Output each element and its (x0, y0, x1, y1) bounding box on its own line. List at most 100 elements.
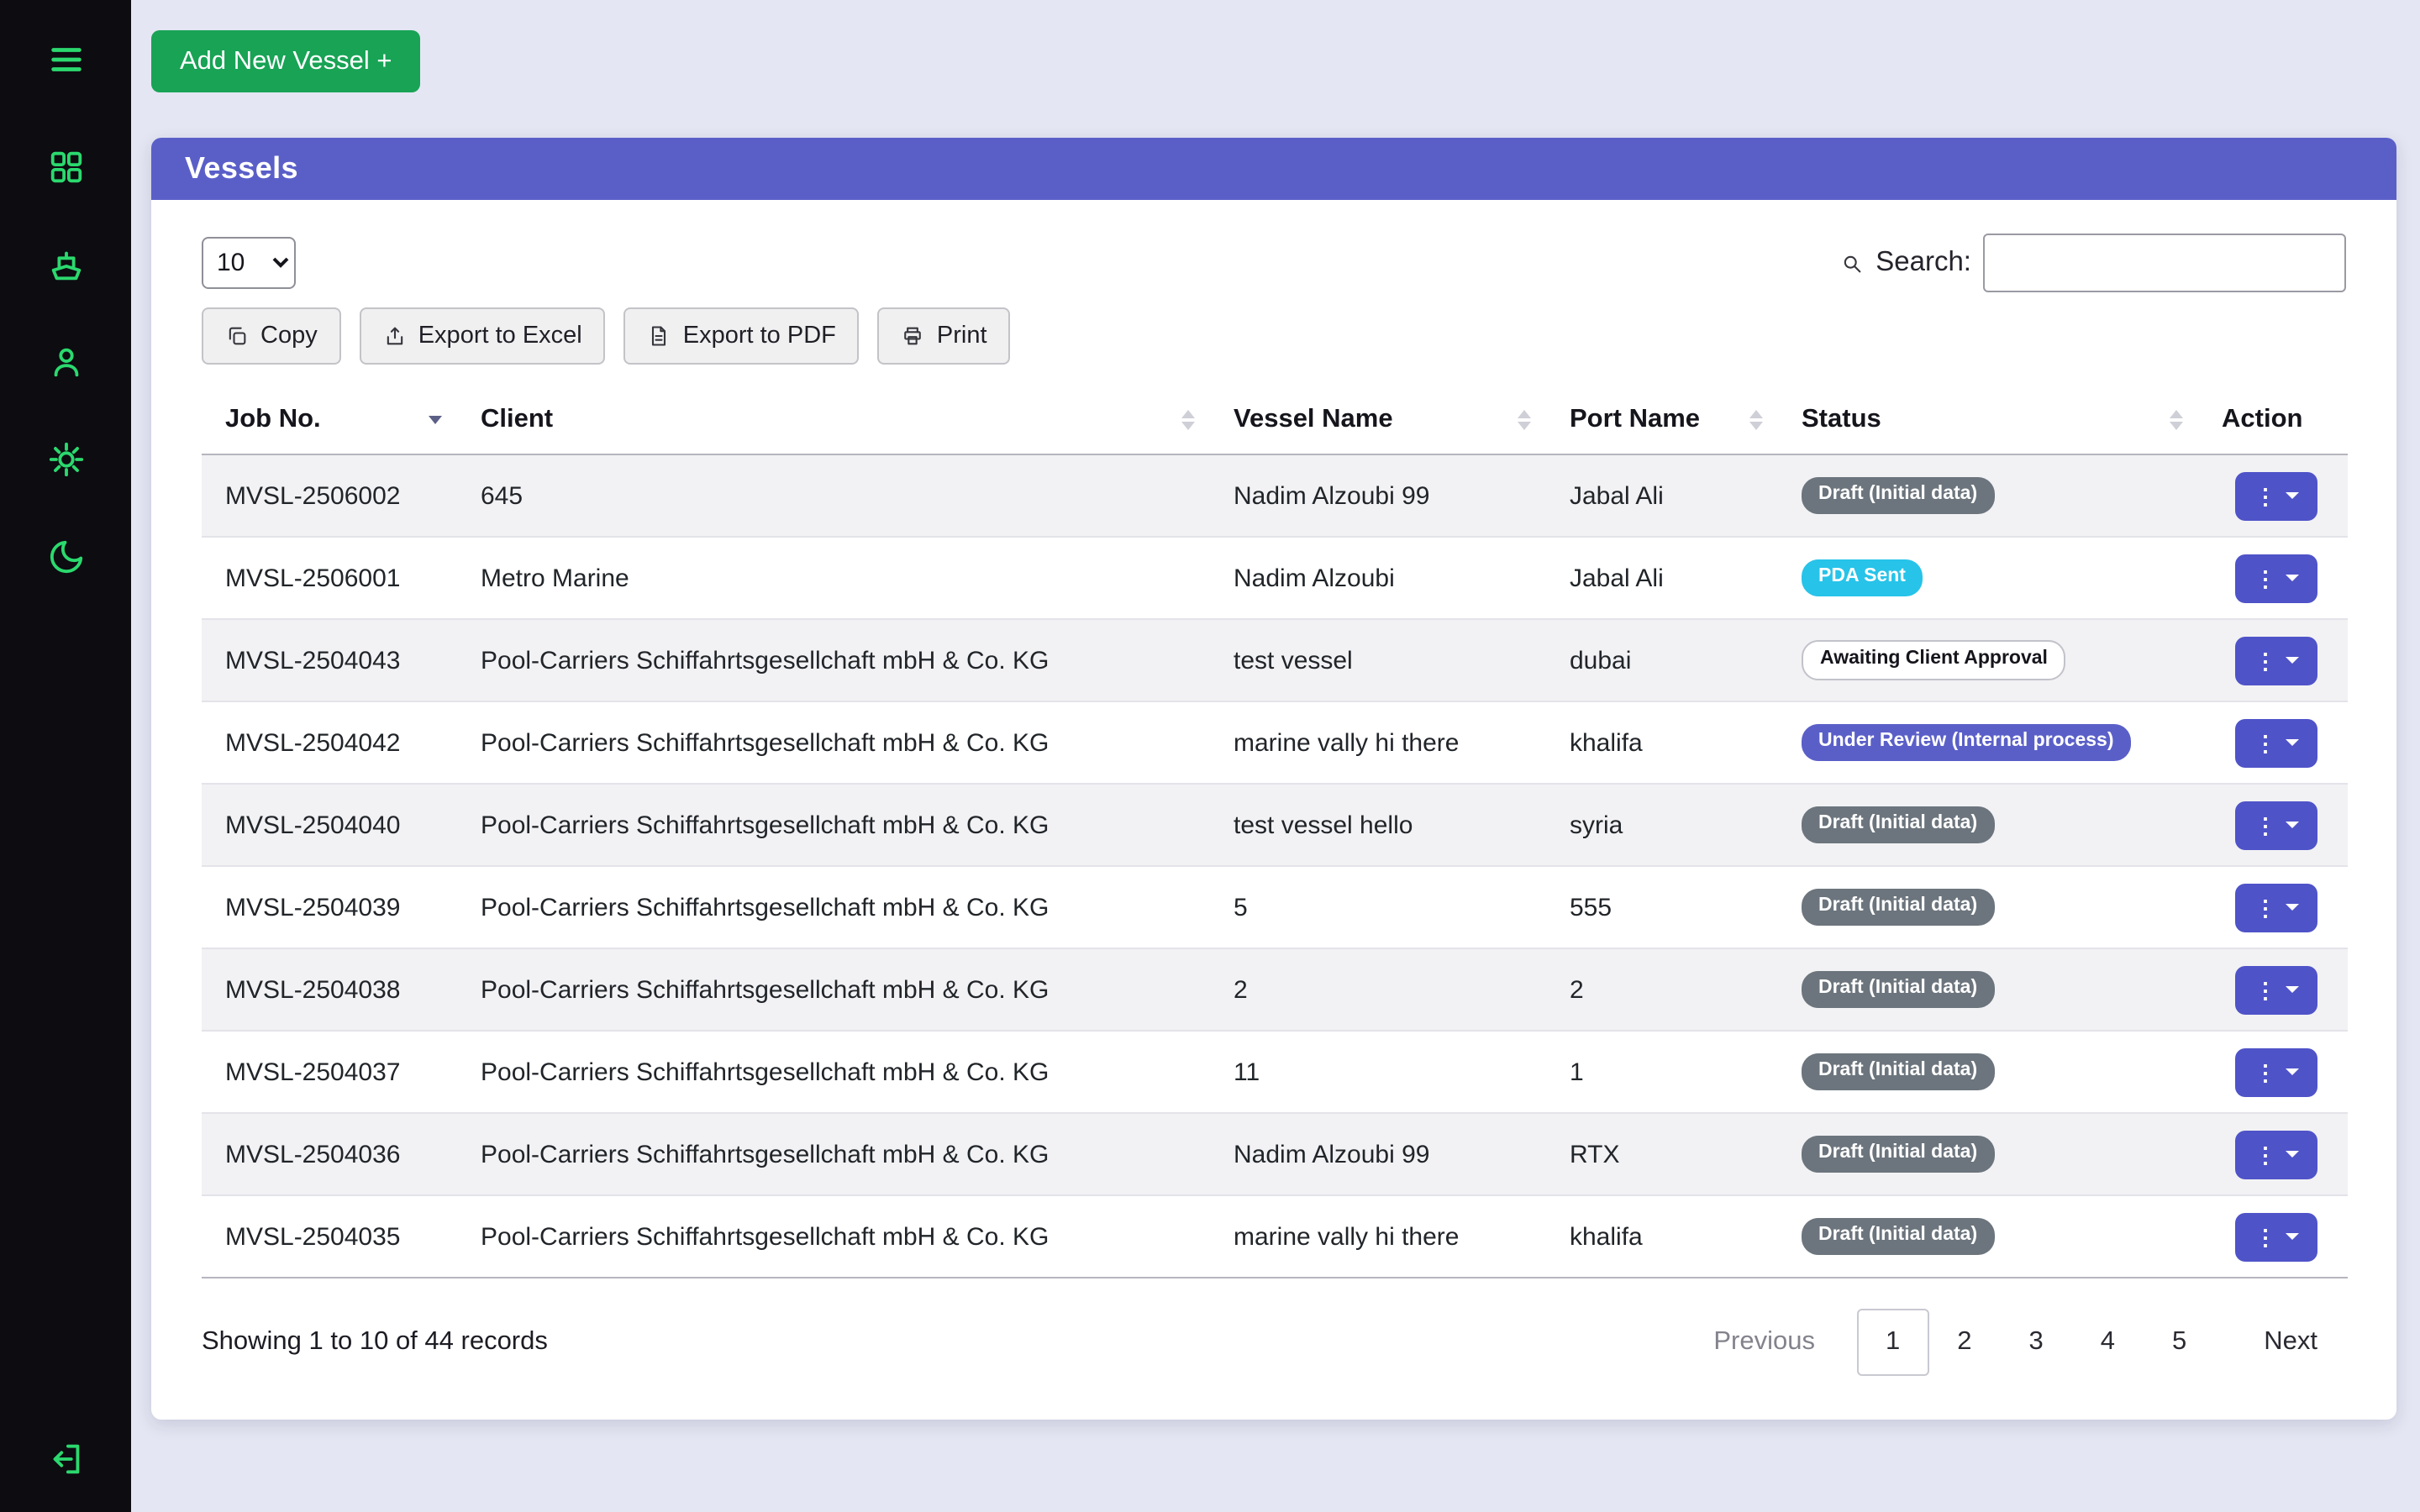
row-actions-dropdown-button[interactable]: ⋮ (2235, 1212, 2317, 1261)
page-length-select[interactable]: 10 (202, 237, 296, 289)
cell-status: Draft (Initial data) (1778, 866, 2198, 948)
cell-action: ⋮ (2198, 537, 2348, 619)
caret-down-icon (2285, 1068, 2298, 1075)
table-row: MVSL-2504037Pool-Carriers Schiffahrtsges… (202, 1031, 2348, 1113)
cell-status: Draft (Initial data) (1778, 1195, 2198, 1278)
cell-action: ⋮ (2198, 1113, 2348, 1195)
cell-vessel-name: 2 (1210, 948, 1546, 1031)
kebab-icon: ⋮ (2254, 814, 2276, 836)
cell-status: Under Review (Internal process) (1778, 701, 2198, 784)
pagination: Previous 12345 Next (1685, 1309, 2346, 1376)
cell-action: ⋮ (2198, 454, 2348, 537)
sidebar-item-vessels[interactable] (29, 227, 103, 301)
kebab-icon: ⋮ (2254, 896, 2276, 918)
page-button-5[interactable]: 5 (2144, 1309, 2215, 1376)
row-actions-dropdown-button[interactable]: ⋮ (2235, 1130, 2317, 1179)
table-row: MVSL-2504036Pool-Carriers Schiffahrtsges… (202, 1113, 2348, 1195)
print-button[interactable]: Print (878, 307, 1011, 365)
sort-icon (1181, 410, 1195, 430)
cell-status: Draft (Initial data) (1778, 1113, 2198, 1195)
page-button-3[interactable]: 3 (2001, 1309, 2072, 1376)
status-badge: Draft (Initial data) (1802, 478, 1994, 514)
page-button-2[interactable]: 2 (1928, 1309, 2000, 1376)
cell-job-no: MVSL-2504039 (202, 866, 457, 948)
caret-down-icon (2285, 1151, 2298, 1158)
sidebar-toggle-button[interactable] (29, 22, 103, 96)
kebab-icon: ⋮ (2254, 649, 2276, 671)
cell-job-no: MVSL-2506001 (202, 537, 457, 619)
cell-action: ⋮ (2198, 1031, 2348, 1113)
table-row: MVSL-2506001Metro MarineNadim AlzoubiJab… (202, 537, 2348, 619)
main-content: Add New Vessel + Vessels 10 Search: (131, 0, 2420, 1512)
table-row: MVSL-2506002645Nadim Alzoubi 99Jabal Ali… (202, 454, 2348, 537)
previous-page-button[interactable]: Previous (1685, 1309, 1844, 1376)
copy-button-label: Copy (260, 323, 318, 349)
table-row: MVSL-2504040Pool-Carriers Schiffahrtsges… (202, 784, 2348, 866)
cell-client: Pool-Carriers Schiffahrtsgesellchaft mbH… (457, 1031, 1210, 1113)
row-actions-dropdown-button[interactable]: ⋮ (2235, 1047, 2317, 1096)
row-actions-dropdown-button[interactable]: ⋮ (2235, 636, 2317, 685)
table-row: MVSL-2504035Pool-Carriers Schiffahrtsges… (202, 1195, 2348, 1278)
status-badge: Draft (Initial data) (1802, 1219, 1994, 1255)
cell-client: 645 (457, 454, 1210, 537)
vessels-table: Job No. Client Vessel Name (202, 386, 2348, 1278)
add-new-vessel-button[interactable]: Add New Vessel + (151, 30, 420, 92)
hamburger-menu-icon (46, 39, 85, 78)
records-summary: Showing 1 to 10 of 44 records (202, 1327, 548, 1357)
page-button-1[interactable]: 1 (1857, 1309, 1928, 1376)
next-page-button[interactable]: Next (2235, 1309, 2346, 1376)
sort-icon (1749, 410, 1763, 430)
sidebar-item-dark-mode[interactable] (29, 519, 103, 593)
row-actions-dropdown-button[interactable]: ⋮ (2235, 883, 2317, 932)
caret-down-icon (2285, 986, 2298, 993)
cell-client: Metro Marine (457, 537, 1210, 619)
cell-action: ⋮ (2198, 619, 2348, 701)
caret-down-icon (2285, 822, 2298, 828)
sidebar (0, 0, 131, 1512)
cell-port-name: Jabal Ali (1546, 454, 1778, 537)
print-button-label: Print (937, 323, 987, 349)
column-header-job-no[interactable]: Job No. (202, 386, 457, 454)
caret-down-icon (2285, 492, 2298, 499)
cell-job-no: MVSL-2506002 (202, 454, 457, 537)
row-actions-dropdown-button[interactable]: ⋮ (2235, 801, 2317, 849)
sidebar-item-clients[interactable] (29, 324, 103, 398)
search-input[interactable] (1983, 234, 2346, 292)
cell-port-name: RTX (1546, 1113, 1778, 1195)
kebab-icon: ⋮ (2254, 1143, 2276, 1165)
cell-client: Pool-Carriers Schiffahrtsgesellchaft mbH… (457, 948, 1210, 1031)
export-button-group: Copy Export to Excel Export to PDF (202, 307, 2346, 365)
caret-down-icon (2285, 739, 2298, 746)
table-header-row: Job No. Client Vessel Name (202, 386, 2348, 454)
vessel-table-body: MVSL-2506002645Nadim Alzoubi 99Jabal Ali… (202, 454, 2348, 1278)
kebab-icon: ⋮ (2254, 732, 2276, 753)
cell-action: ⋮ (2198, 948, 2348, 1031)
column-header-vessel-name[interactable]: Vessel Name (1210, 386, 1546, 454)
sort-desc-icon (429, 416, 442, 424)
cell-port-name: 2 (1546, 948, 1778, 1031)
status-badge: Under Review (Internal process) (1802, 725, 2131, 761)
cell-client: Pool-Carriers Schiffahrtsgesellchaft mbH… (457, 866, 1210, 948)
search-group: Search: (1840, 234, 2346, 292)
gear-icon (46, 439, 85, 478)
ship-icon (46, 244, 85, 283)
row-actions-dropdown-button[interactable]: ⋮ (2235, 718, 2317, 767)
row-actions-dropdown-button[interactable]: ⋮ (2235, 471, 2317, 520)
column-header-port-name[interactable]: Port Name (1546, 386, 1778, 454)
cell-job-no: MVSL-2504035 (202, 1195, 457, 1278)
sidebar-item-dashboard[interactable] (29, 129, 103, 203)
cell-action: ⋮ (2198, 701, 2348, 784)
sidebar-item-logout[interactable] (29, 1421, 103, 1495)
export-to-pdf-button[interactable]: Export to PDF (624, 307, 860, 365)
pagination-pages: 12345 (1857, 1309, 2215, 1376)
row-actions-dropdown-button[interactable]: ⋮ (2235, 554, 2317, 602)
column-header-client[interactable]: Client (457, 386, 1210, 454)
printer-icon (902, 324, 925, 348)
file-icon (648, 324, 671, 348)
page-button-4[interactable]: 4 (2072, 1309, 2144, 1376)
column-header-status[interactable]: Status (1778, 386, 2198, 454)
sidebar-item-settings[interactable] (29, 422, 103, 496)
row-actions-dropdown-button[interactable]: ⋮ (2235, 965, 2317, 1014)
export-to-excel-button[interactable]: Export to Excel (360, 307, 606, 365)
copy-button[interactable]: Copy (202, 307, 341, 365)
